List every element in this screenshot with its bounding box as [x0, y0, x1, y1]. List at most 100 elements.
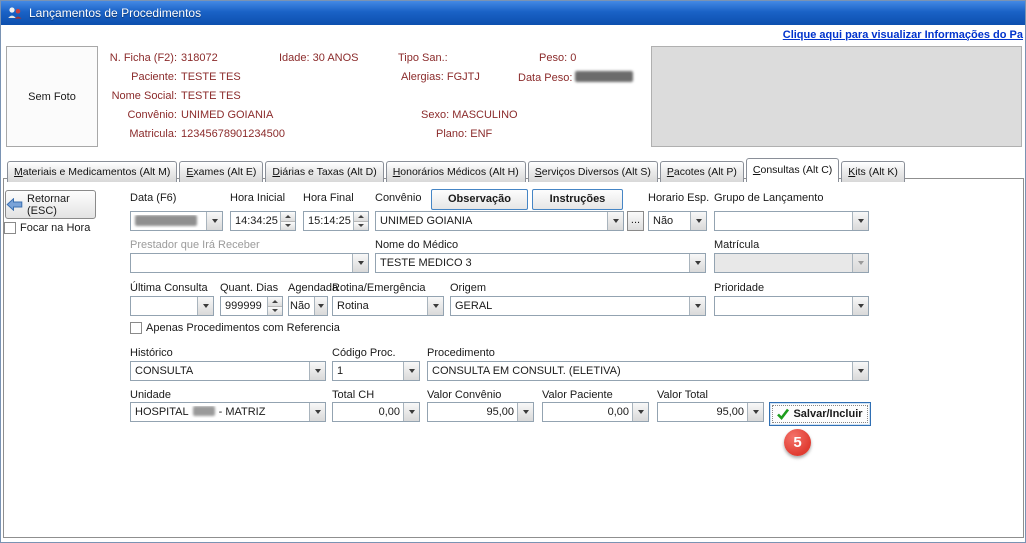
- codigo-proc-combobox[interactable]: 1: [332, 361, 420, 381]
- chevron-down-icon[interactable]: [314, 297, 327, 315]
- field-value[interactable]: 999999: [221, 300, 267, 312]
- field-value[interactable]: 1: [333, 365, 403, 377]
- field-label: Data Peso:: [518, 72, 572, 84]
- hora-final-spinner[interactable]: 15:14:25: [303, 211, 369, 231]
- patient-age: Idade: 30 ANOS: [279, 52, 359, 64]
- checkbox-icon[interactable]: [130, 322, 142, 334]
- field-value[interactable]: 0,00: [333, 406, 403, 418]
- field-value[interactable]: 95,00: [428, 406, 517, 418]
- chevron-down-icon[interactable]: [309, 362, 325, 380]
- tab-materiais-medicamentos[interactable]: Materiais e Medicamentos (Alt M): [7, 161, 177, 182]
- quant-dias-spinner[interactable]: 999999: [220, 296, 283, 316]
- field-value[interactable]: CONSULTA: [131, 365, 309, 377]
- tab-consultas[interactable]: Consultas (Alt C): [746, 158, 839, 182]
- focar-na-hora-checkbox[interactable]: Focar na Hora: [4, 222, 90, 234]
- agendada-combobox[interactable]: Não: [288, 296, 328, 316]
- retornar-button[interactable]: Retornar (ESC): [5, 190, 96, 219]
- field-value[interactable]: GERAL: [451, 300, 689, 312]
- chevron-down-icon[interactable]: [427, 297, 443, 315]
- tab-exames[interactable]: Exames (Alt E): [179, 161, 263, 182]
- convenio-more-button[interactable]: ...: [627, 211, 644, 231]
- tab-diarias-taxas[interactable]: Diárias e Taxas (Alt D): [265, 161, 383, 182]
- data-f6-combobox[interactable]: [130, 211, 223, 231]
- spin-down-icon[interactable]: [281, 222, 295, 231]
- field-value[interactable]: 15:14:25: [304, 215, 353, 227]
- apenas-referencia-checkbox[interactable]: Apenas Procedimentos com Referencia: [130, 322, 340, 334]
- spinner-buttons: [353, 212, 368, 230]
- checkbox-icon[interactable]: [4, 222, 16, 234]
- convenio-combobox[interactable]: UNIMED GOIANIA: [375, 211, 624, 231]
- ultima-consulta-combobox[interactable]: [130, 296, 214, 316]
- nome-medico-combobox[interactable]: TESTE MEDICO 3: [375, 253, 706, 273]
- chevron-down-icon[interactable]: [403, 403, 419, 421]
- chevron-down-icon[interactable]: [690, 212, 706, 230]
- total-ch-combobox[interactable]: 0,00: [332, 402, 420, 422]
- rotina-emergencia-combobox[interactable]: Rotina: [332, 296, 444, 316]
- chevron-glyph: [696, 219, 702, 223]
- spin-down-icon[interactable]: [268, 307, 282, 316]
- field-value[interactable]: HOSPITAL- MATRIZ: [131, 406, 309, 418]
- field-value[interactable]: 0,00: [543, 406, 632, 418]
- hora-inicial-spinner[interactable]: 14:34:25: [230, 211, 296, 231]
- spin-up-icon[interactable]: [268, 297, 282, 307]
- historico-combobox[interactable]: CONSULTA: [130, 361, 326, 381]
- field-value[interactable]: UNIMED GOIANIA: [376, 215, 607, 227]
- tab-pacotes[interactable]: Pacotes (Alt P): [660, 161, 744, 182]
- title-bar[interactable]: Lançamentos de Procedimentos: [1, 1, 1025, 25]
- field-value[interactable]: CONSULTA EM CONSULT. (ELETIVA): [428, 365, 852, 377]
- chevron-down-icon[interactable]: [632, 403, 648, 421]
- field-label: Idade:: [279, 52, 310, 64]
- field-value[interactable]: 14:34:25: [231, 215, 280, 227]
- field-value[interactable]: 95,00: [658, 406, 747, 418]
- salvar-incluir-label: Salvar/Incluir: [793, 408, 862, 420]
- chevron-down-icon[interactable]: [352, 254, 368, 272]
- chevron-glyph: [358, 261, 364, 265]
- tab-honorarios-medicos[interactable]: Honorários Médicos (Alt H): [386, 161, 526, 182]
- field-value: TESTE TES: [181, 71, 241, 83]
- unidade-combobox[interactable]: HOSPITAL- MATRIZ: [130, 402, 326, 422]
- grupo-lancamento-combobox[interactable]: [714, 211, 869, 231]
- chevron-down-icon[interactable]: [517, 403, 533, 421]
- field-label: Tipo San.:: [398, 52, 448, 64]
- field-value[interactable]: Não: [649, 215, 690, 227]
- spin-up-icon[interactable]: [354, 212, 368, 222]
- spin-up-icon[interactable]: [281, 212, 295, 222]
- procedimento-combobox[interactable]: CONSULTA EM CONSULT. (ELETIVA): [427, 361, 869, 381]
- field-label: Peso:: [539, 52, 567, 64]
- origem-combobox[interactable]: GERAL: [450, 296, 706, 316]
- tab-servicos-diversos[interactable]: Serviços Diversos (Alt S): [528, 161, 658, 182]
- chevron-down-icon[interactable]: [852, 212, 868, 230]
- valor-total-combobox[interactable]: 95,00: [657, 402, 764, 422]
- prestador-combobox[interactable]: [130, 253, 369, 273]
- chevron-glyph: [858, 219, 864, 223]
- chevron-down-icon[interactable]: [309, 403, 325, 421]
- redacted-value: [135, 215, 197, 226]
- field-value[interactable]: TESTE MEDICO 3: [376, 257, 689, 269]
- valor-total-label: Valor Total: [657, 389, 708, 401]
- patient-info-link[interactable]: Clique aqui para visualizar Informações …: [783, 29, 1023, 41]
- chevron-down-icon[interactable]: [197, 297, 213, 315]
- chevron-down-icon[interactable]: [689, 297, 705, 315]
- chevron-down-icon[interactable]: [403, 362, 419, 380]
- tab-kits[interactable]: Kits (Alt K): [841, 161, 905, 182]
- valor-paciente-combobox[interactable]: 0,00: [542, 402, 649, 422]
- prioridade-combobox[interactable]: [714, 296, 869, 316]
- field-label: Alergias:: [401, 71, 444, 83]
- chevron-down-icon[interactable]: [689, 254, 705, 272]
- field-value[interactable]: Rotina: [333, 300, 427, 312]
- valor-convenio-combobox[interactable]: 95,00: [427, 402, 534, 422]
- spin-down-icon[interactable]: [354, 222, 368, 231]
- chevron-down-icon[interactable]: [607, 212, 623, 230]
- grupo-lancamento-label: Grupo de Lançamento: [714, 192, 823, 204]
- chevron-down-icon[interactable]: [206, 212, 222, 230]
- chevron-down-icon[interactable]: [852, 362, 868, 380]
- chevron-down-icon[interactable]: [852, 297, 868, 315]
- observacao-button[interactable]: Observação: [431, 189, 528, 210]
- instrucoes-button[interactable]: Instruções: [532, 189, 623, 210]
- field-value[interactable]: Não: [289, 300, 314, 312]
- spinner-buttons: [280, 212, 295, 230]
- chevron-down-icon[interactable]: [747, 403, 763, 421]
- horario-esp-label: Horario Esp.: [648, 192, 709, 204]
- horario-esp-combobox[interactable]: Não: [648, 211, 707, 231]
- salvar-incluir-button[interactable]: Salvar/Incluir: [769, 402, 871, 426]
